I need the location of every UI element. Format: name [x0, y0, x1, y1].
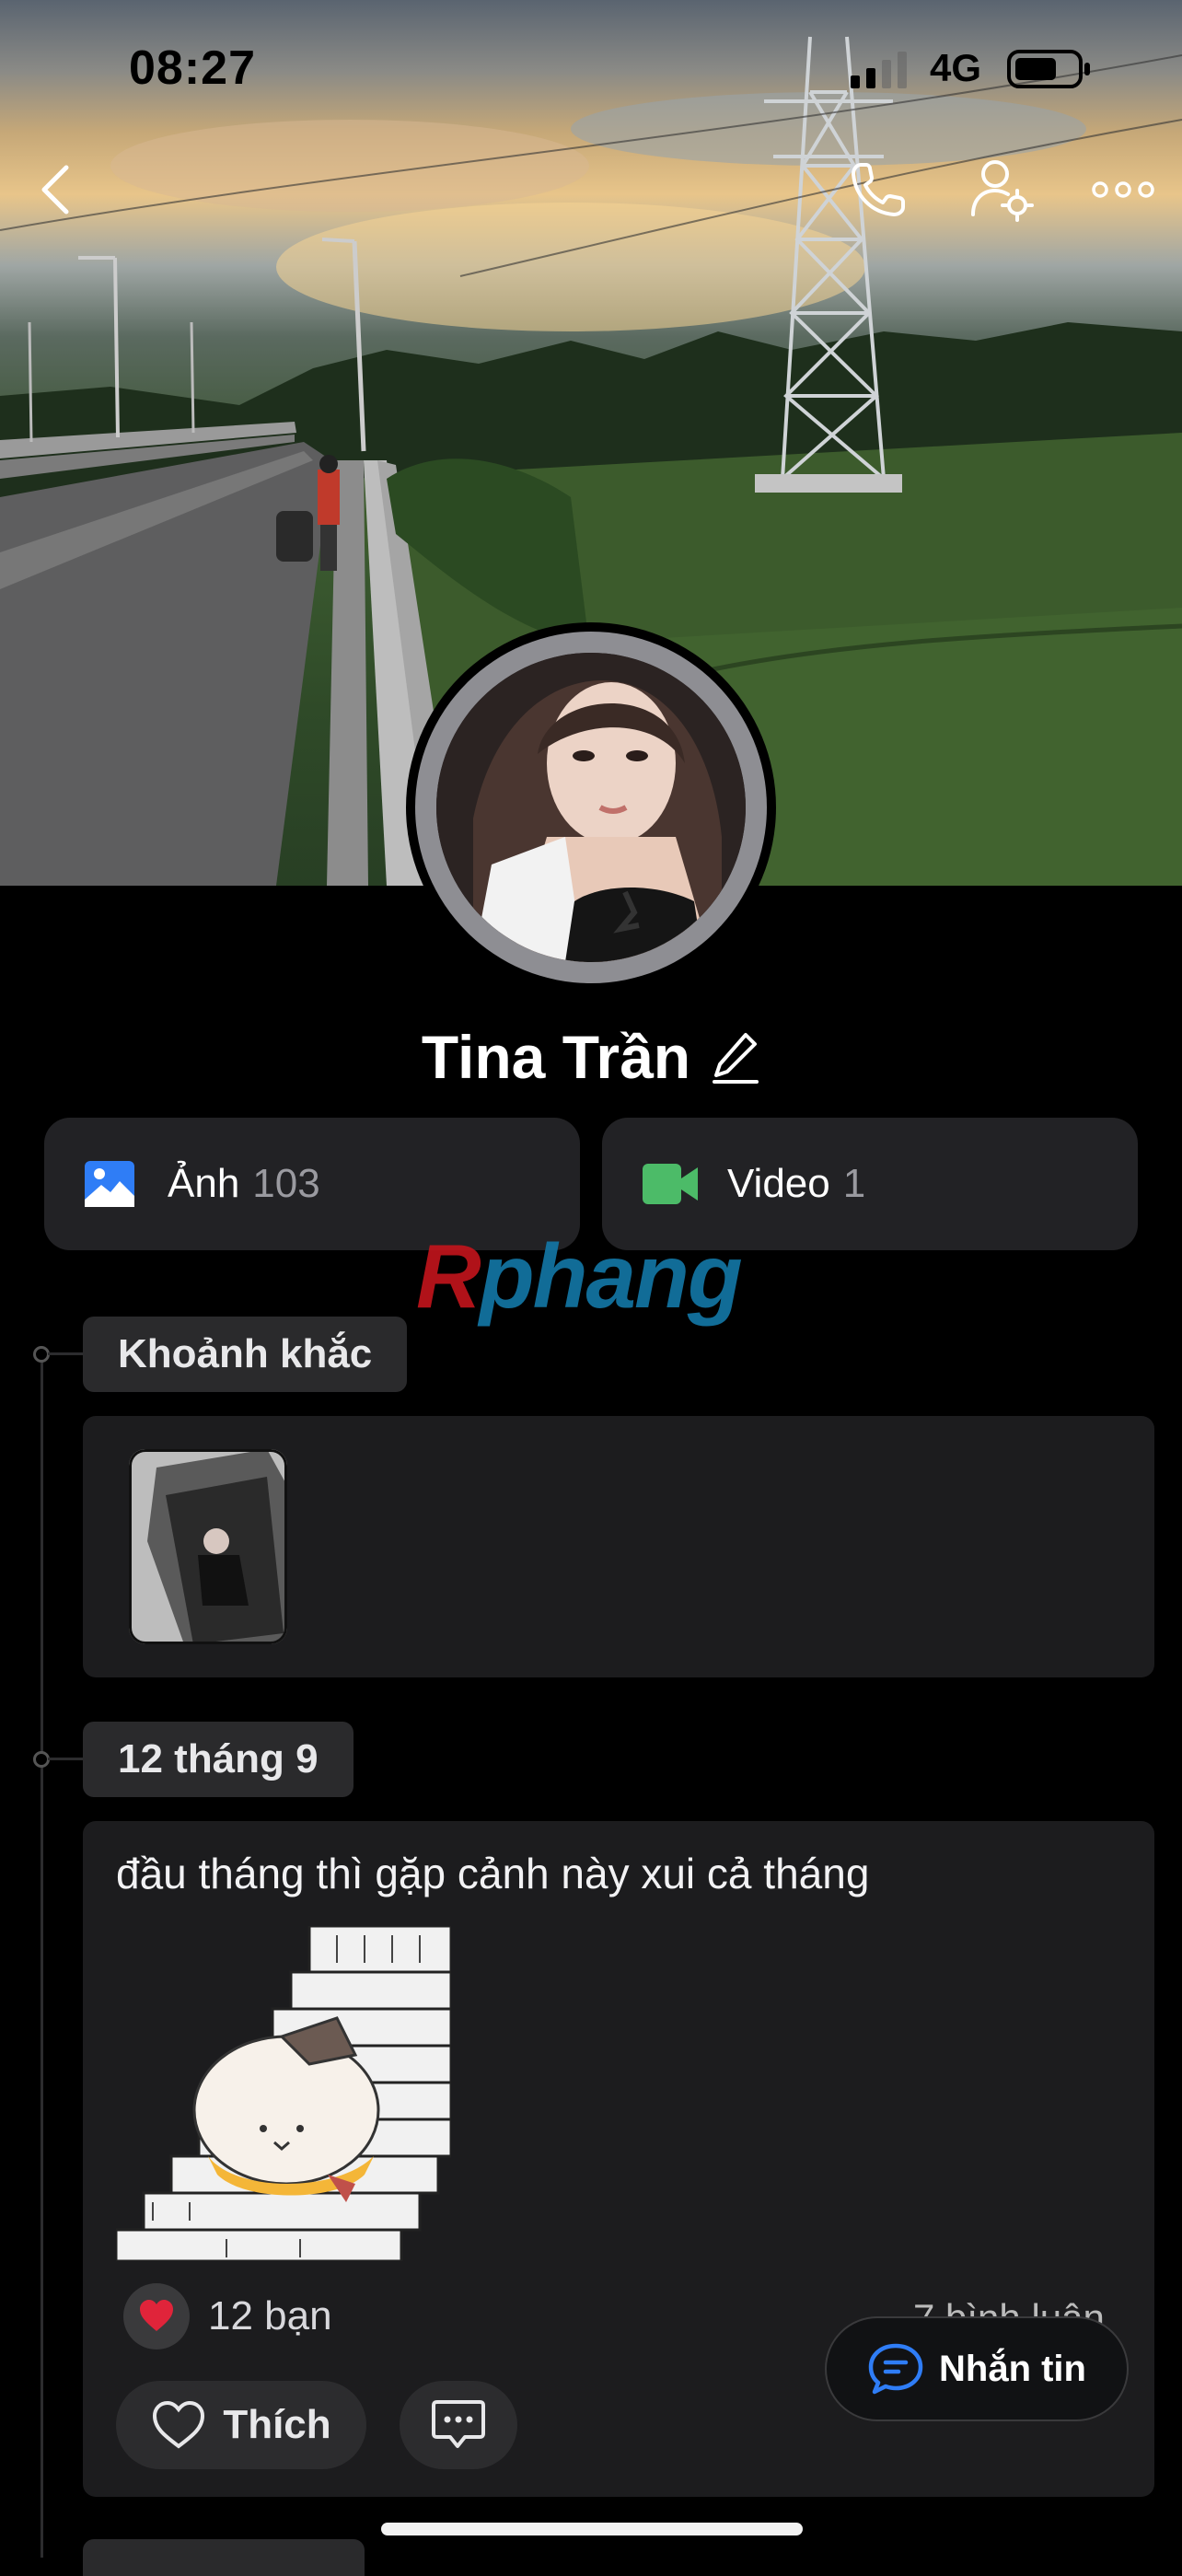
post-text: đầu tháng thì gặp cảnh này xui cả tháng — [116, 1850, 870, 1897]
comment-button[interactable] — [400, 2381, 517, 2469]
back-button[interactable] — [18, 153, 92, 226]
video-camera-icon — [643, 1164, 698, 1204]
moment-thumbnail[interactable] — [129, 1449, 287, 1644]
reactions-count: 12 bạn — [208, 2293, 332, 2338]
avatar-border — [415, 632, 767, 983]
message-label: Nhắn tin — [939, 2348, 1086, 2389]
moment-thumbnail-image — [129, 1449, 287, 1644]
user-settings-icon — [971, 160, 1034, 222]
next-date-chip — [83, 2539, 365, 2576]
phone-icon — [852, 163, 905, 216]
chevron-left-icon — [41, 165, 69, 215]
more-button[interactable] — [1086, 153, 1160, 226]
videos-count: 1 — [842, 1161, 866, 1206]
avatar[interactable] — [406, 622, 776, 992]
home-indicator[interactable] — [381, 2523, 803, 2535]
post-sticker[interactable] — [114, 1924, 453, 2263]
reaction-bubble — [123, 2283, 190, 2350]
like-label: Thích — [223, 2402, 331, 2447]
chat-bubble-icon — [868, 2343, 923, 2395]
pencil-icon[interactable] — [711, 1029, 760, 1085]
date-chip: 12 tháng 9 — [83, 1722, 353, 1797]
photo-icon — [85, 1161, 134, 1207]
moments-chip: Khoảnh khắc — [83, 1317, 408, 1392]
photos-label: Ảnh — [168, 1161, 240, 1206]
battery-icon — [1007, 50, 1090, 88]
timeline-line — [41, 1353, 43, 2558]
profile-settings-button[interactable] — [965, 153, 1038, 226]
more-horizontal-icon — [1092, 181, 1154, 198]
videos-label: Video — [727, 1161, 830, 1206]
profile-name-row: Tina Trần — [0, 1022, 1182, 1092]
status-time: 08:27 — [129, 41, 256, 95]
sticker-illustration — [114, 1924, 453, 2263]
avatar-photo — [436, 653, 746, 962]
like-button[interactable]: Thích — [116, 2381, 366, 2469]
heart-icon — [140, 2300, 173, 2331]
profile-name: Tina Trần — [421, 1023, 691, 1091]
watermark-logo: Rphang — [416, 1225, 743, 1327]
call-button[interactable] — [841, 153, 915, 226]
message-button[interactable]: Nhắn tin — [825, 2316, 1129, 2421]
avatar-portrait-illustration — [436, 653, 746, 962]
comment-icon — [432, 2400, 485, 2448]
heart-outline-icon — [153, 2400, 205, 2449]
network-type: 4G — [930, 46, 982, 89]
signal-icon — [851, 52, 907, 88]
reactions-summary[interactable]: 12 bạn — [123, 2283, 332, 2350]
photos-count: 103 — [252, 1161, 320, 1206]
